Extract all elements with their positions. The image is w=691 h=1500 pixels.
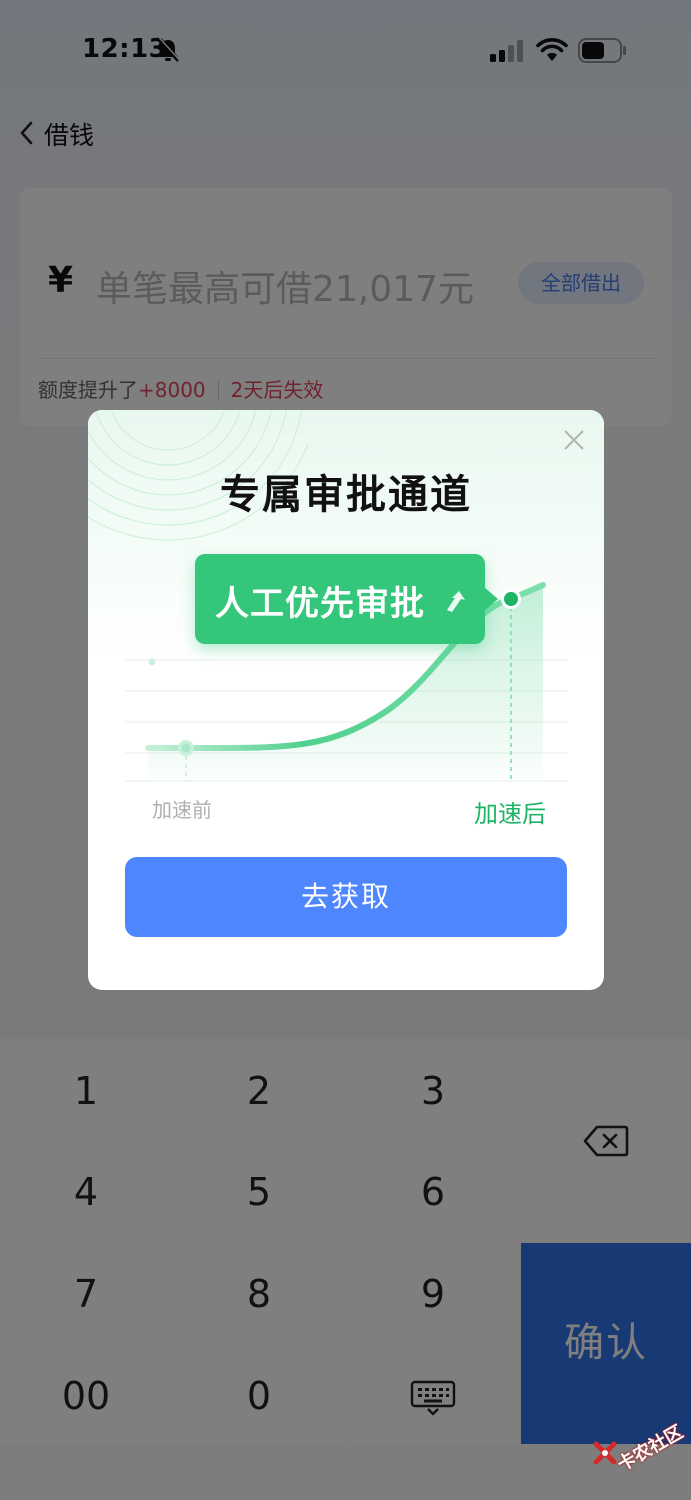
tag-label: 人工优先审批 bbox=[215, 584, 425, 624]
manual-priority-tag: 人工优先审批 bbox=[195, 554, 498, 644]
loan-page: 12:13 借钱 ¥ 单笔最高可借21,017元 全部借出 额度提升了+8000… bbox=[0, 0, 691, 1500]
after-speedup-label: 加速后 bbox=[474, 800, 546, 828]
tag-pointer bbox=[484, 587, 498, 611]
before-speedup-label: 加速前 bbox=[152, 798, 212, 822]
community-watermark: 卡农社区 bbox=[592, 1410, 688, 1480]
arrow-up-icon bbox=[447, 591, 465, 612]
close-icon[interactable] bbox=[562, 428, 586, 452]
dialog-title: 专属审批通道 bbox=[220, 472, 472, 518]
watermark-text: 卡农社区 bbox=[614, 1421, 687, 1476]
priority-approval-dialog: 专属审批通道 人工优先审批 加速前 加速后 去获取 bbox=[88, 410, 604, 990]
get-it-button[interactable]: 去获取 bbox=[125, 857, 567, 937]
